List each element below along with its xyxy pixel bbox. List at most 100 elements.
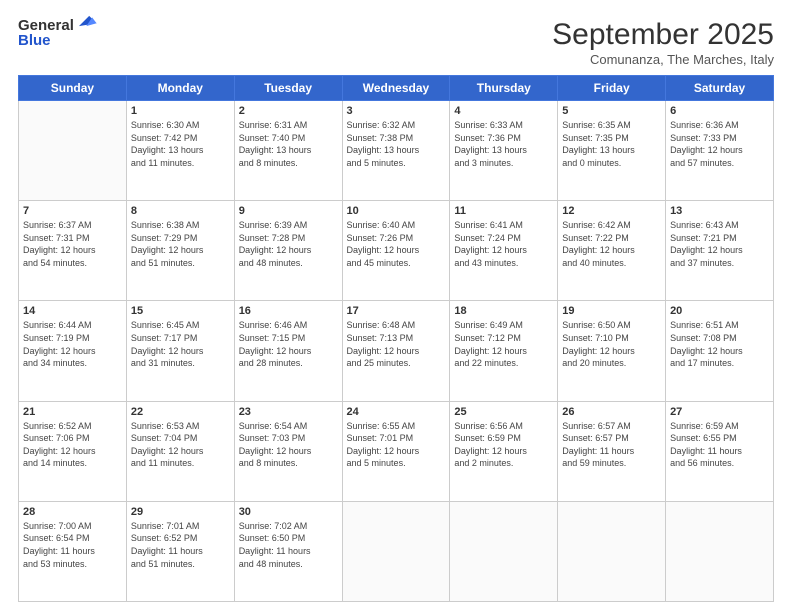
col-wednesday: Wednesday <box>342 76 450 101</box>
day-number: 6 <box>670 105 769 117</box>
logo: General Blue <box>18 18 98 48</box>
day-info: Sunrise: 6:46 AM Sunset: 7:15 PM Dayligh… <box>239 319 338 369</box>
day-info: Sunrise: 6:33 AM Sunset: 7:36 PM Dayligh… <box>454 119 553 169</box>
table-row: 9 Sunrise: 6:39 AM Sunset: 7:28 PM Daylig… <box>234 201 342 301</box>
calendar-week-2: 7 Sunrise: 6:37 AM Sunset: 7:31 PM Daylig… <box>19 201 774 301</box>
day-info: Sunrise: 6:52 AM Sunset: 7:06 PM Dayligh… <box>23 420 122 470</box>
table-row: 19 Sunrise: 6:50 AM Sunset: 7:10 PM Dayli… <box>558 301 666 401</box>
col-thursday: Thursday <box>450 76 558 101</box>
table-row: 25Sunrise: 6:56 AM Sunset: 6:59 PM Dayli… <box>450 401 558 501</box>
day-number: 11 <box>454 205 553 217</box>
month-title: September 2025 <box>552 18 774 52</box>
day-info: Sunrise: 6:44 AM Sunset: 7:19 PM Dayligh… <box>23 319 122 369</box>
day-number: 9 <box>239 205 338 217</box>
table-row <box>342 501 450 601</box>
table-row <box>666 501 774 601</box>
table-row: 1 Sunrise: 6:30 AM Sunset: 7:42 PM Daylig… <box>126 101 234 201</box>
day-number: 3 <box>347 105 446 117</box>
day-number: 19 <box>562 305 661 317</box>
table-row: 22Sunrise: 6:53 AM Sunset: 7:04 PM Dayli… <box>126 401 234 501</box>
title-block: September 2025 Comunanza, The Marches, I… <box>552 18 774 67</box>
table-row: 6 Sunrise: 6:36 AM Sunset: 7:33 PM Daylig… <box>666 101 774 201</box>
header: General Blue September 2025 Comunanza, T… <box>18 18 774 67</box>
day-info: Sunrise: 6:42 AM Sunset: 7:22 PM Dayligh… <box>562 219 661 269</box>
table-row: 5Sunrise: 6:35 AM Sunset: 7:35 PM Daylig… <box>558 101 666 201</box>
calendar-week-5: 28 Sunrise: 7:00 AM Sunset: 6:54 PM Dayli… <box>19 501 774 601</box>
table-row: 18 Sunrise: 6:49 AM Sunset: 7:12 PM Dayli… <box>450 301 558 401</box>
day-number: 23 <box>239 406 338 418</box>
day-info: Sunrise: 6:57 AM Sunset: 6:57 PM Dayligh… <box>562 420 661 470</box>
table-row: 26 Sunrise: 6:57 AM Sunset: 6:57 PM Dayli… <box>558 401 666 501</box>
logo-icon <box>76 10 98 32</box>
calendar-table: Sunday Monday Tuesday Wednesday Thursday… <box>18 75 774 602</box>
day-number: 7 <box>23 205 122 217</box>
day-info: Sunrise: 6:45 AM Sunset: 7:17 PM Dayligh… <box>131 319 230 369</box>
day-number: 13 <box>670 205 769 217</box>
day-number: 30 <box>239 506 338 518</box>
table-row: 10Sunrise: 6:40 AM Sunset: 7:26 PM Dayli… <box>342 201 450 301</box>
day-info: Sunrise: 6:53 AM Sunset: 7:04 PM Dayligh… <box>131 420 230 470</box>
table-row: 2Sunrise: 6:31 AM Sunset: 7:40 PM Daylig… <box>234 101 342 201</box>
day-number: 20 <box>670 305 769 317</box>
day-number: 24 <box>347 406 446 418</box>
day-number: 1 <box>131 105 230 117</box>
col-monday: Monday <box>126 76 234 101</box>
day-number: 16 <box>239 305 338 317</box>
day-info: Sunrise: 6:41 AM Sunset: 7:24 PM Dayligh… <box>454 219 553 269</box>
table-row: 20 Sunrise: 6:51 AM Sunset: 7:08 PM Dayli… <box>666 301 774 401</box>
table-row <box>19 101 127 201</box>
day-info: Sunrise: 7:01 AM Sunset: 6:52 PM Dayligh… <box>131 520 230 570</box>
day-info: Sunrise: 7:02 AM Sunset: 6:50 PM Dayligh… <box>239 520 338 570</box>
logo-blue: Blue <box>18 33 74 48</box>
day-number: 8 <box>131 205 230 217</box>
table-row: 21 Sunrise: 6:52 AM Sunset: 7:06 PM Dayli… <box>19 401 127 501</box>
day-info: Sunrise: 6:38 AM Sunset: 7:29 PM Dayligh… <box>131 219 230 269</box>
table-row: 29Sunrise: 7:01 AM Sunset: 6:52 PM Dayli… <box>126 501 234 601</box>
col-friday: Friday <box>558 76 666 101</box>
table-row: 27 Sunrise: 6:59 AM Sunset: 6:55 PM Dayli… <box>666 401 774 501</box>
day-number: 10 <box>347 205 446 217</box>
table-row: 14 Sunrise: 6:44 AM Sunset: 7:19 PM Dayli… <box>19 301 127 401</box>
col-sunday: Sunday <box>19 76 127 101</box>
table-row: 12 Sunrise: 6:42 AM Sunset: 7:22 PM Dayli… <box>558 201 666 301</box>
day-number: 25 <box>454 406 553 418</box>
table-row: 13Sunrise: 6:43 AM Sunset: 7:21 PM Dayli… <box>666 201 774 301</box>
day-number: 28 <box>23 506 122 518</box>
day-number: 4 <box>454 105 553 117</box>
day-info: Sunrise: 6:30 AM Sunset: 7:42 PM Dayligh… <box>131 119 230 169</box>
day-info: Sunrise: 6:39 AM Sunset: 7:28 PM Dayligh… <box>239 219 338 269</box>
calendar-week-4: 21 Sunrise: 6:52 AM Sunset: 7:06 PM Dayli… <box>19 401 774 501</box>
day-info: Sunrise: 6:59 AM Sunset: 6:55 PM Dayligh… <box>670 420 769 470</box>
col-saturday: Saturday <box>666 76 774 101</box>
table-row <box>450 501 558 601</box>
day-number: 18 <box>454 305 553 317</box>
table-row: 28 Sunrise: 7:00 AM Sunset: 6:54 PM Dayli… <box>19 501 127 601</box>
day-info: Sunrise: 6:36 AM Sunset: 7:33 PM Dayligh… <box>670 119 769 169</box>
table-row <box>558 501 666 601</box>
calendar-week-3: 14 Sunrise: 6:44 AM Sunset: 7:19 PM Dayli… <box>19 301 774 401</box>
day-info: Sunrise: 6:55 AM Sunset: 7:01 PM Dayligh… <box>347 420 446 470</box>
calendar-header-row: Sunday Monday Tuesday Wednesday Thursday… <box>19 76 774 101</box>
day-info: Sunrise: 6:35 AM Sunset: 7:35 PM Dayligh… <box>562 119 661 169</box>
day-number: 15 <box>131 305 230 317</box>
table-row: 11 Sunrise: 6:41 AM Sunset: 7:24 PM Dayli… <box>450 201 558 301</box>
table-row: 3Sunrise: 6:32 AM Sunset: 7:38 PM Daylig… <box>342 101 450 201</box>
day-number: 21 <box>23 406 122 418</box>
table-row: 30 Sunrise: 7:02 AM Sunset: 6:50 PM Dayli… <box>234 501 342 601</box>
day-number: 12 <box>562 205 661 217</box>
table-row: 15 Sunrise: 6:45 AM Sunset: 7:17 PM Dayli… <box>126 301 234 401</box>
table-row: 17Sunrise: 6:48 AM Sunset: 7:13 PM Dayli… <box>342 301 450 401</box>
day-number: 26 <box>562 406 661 418</box>
day-info: Sunrise: 6:49 AM Sunset: 7:12 PM Dayligh… <box>454 319 553 369</box>
logo-general: General <box>18 18 74 33</box>
day-info: Sunrise: 6:50 AM Sunset: 7:10 PM Dayligh… <box>562 319 661 369</box>
day-number: 2 <box>239 105 338 117</box>
day-info: Sunrise: 6:37 AM Sunset: 7:31 PM Dayligh… <box>23 219 122 269</box>
table-row: 4 Sunrise: 6:33 AM Sunset: 7:36 PM Daylig… <box>450 101 558 201</box>
day-number: 27 <box>670 406 769 418</box>
day-info: Sunrise: 7:00 AM Sunset: 6:54 PM Dayligh… <box>23 520 122 570</box>
day-info: Sunrise: 6:51 AM Sunset: 7:08 PM Dayligh… <box>670 319 769 369</box>
day-number: 14 <box>23 305 122 317</box>
location-subtitle: Comunanza, The Marches, Italy <box>552 52 774 67</box>
day-info: Sunrise: 6:54 AM Sunset: 7:03 PM Dayligh… <box>239 420 338 470</box>
